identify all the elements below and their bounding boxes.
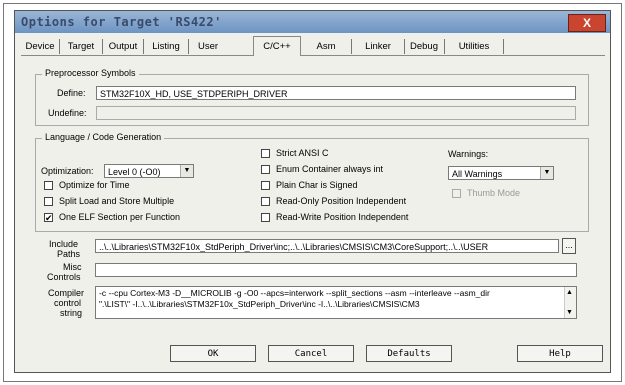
split-load-checkbox[interactable]: [44, 197, 53, 206]
tab-label: Target: [67, 41, 95, 52]
include-label-line1: Include: [49, 239, 79, 249]
warnings-select[interactable]: All Warnings ▼: [448, 166, 554, 180]
scroll-down-icon[interactable]: ▼: [566, 307, 573, 318]
define-field[interactable]: STM32F10X_HD, USE_STDPERIPH_DRIVER: [96, 86, 576, 100]
optimize-time-checkbox[interactable]: [44, 181, 53, 190]
help-button[interactable]: Help: [517, 345, 603, 362]
thumb-mode-label: Thumb Mode: [467, 188, 521, 198]
warnings-label: Warnings:: [448, 149, 489, 159]
warnings-value: All Warnings: [452, 169, 503, 179]
split-load-label: Split Load and Store Multiple: [59, 196, 175, 206]
options-dialog: Options for Target 'RS422' X Device Targ…: [14, 10, 611, 373]
window-title: Options for Target 'RS422': [21, 15, 222, 29]
tab-target[interactable]: Target: [60, 39, 103, 54]
close-button[interactable]: X: [568, 14, 606, 32]
optimization-value: Level 0 (-O0): [108, 167, 161, 177]
tab-c-cpp[interactable]: C/C++: [253, 36, 301, 56]
one-elf-label: One ELF Section per Function: [59, 212, 181, 222]
enum-container-label: Enum Container always int: [276, 164, 384, 174]
compiler-scrollbar[interactable]: ▲ ▼: [564, 287, 576, 318]
strict-ansi-checkbox[interactable]: [261, 149, 270, 158]
tab-device[interactable]: Device: [21, 39, 60, 54]
tab-strip: Device Target Output Listing User C/C++ …: [21, 36, 605, 56]
tab-label: Device: [25, 41, 55, 52]
cancel-button[interactable]: Cancel: [268, 345, 354, 362]
compiler-label-line2: control: [54, 298, 82, 308]
rw-position-label: Read-Write Position Independent: [276, 212, 409, 222]
strict-ansi-label: Strict ANSI C: [276, 148, 329, 158]
tab-user[interactable]: User: [189, 39, 227, 54]
language-group: Language / Code Generation Optimization:…: [35, 132, 589, 232]
compiler-string-line1: -c --cpu Cortex-M3 -D__MICROLIB -g -O0 -…: [99, 288, 490, 298]
checkmark-icon: ✔: [45, 213, 53, 223]
undefine-field[interactable]: [96, 106, 576, 120]
tab-label: Debug: [410, 41, 438, 52]
defaults-button[interactable]: Defaults: [366, 345, 452, 362]
language-group-label: Language / Code Generation: [42, 132, 165, 142]
tab-label: C/C++: [263, 41, 291, 52]
title-bar[interactable]: Options for Target 'RS422' X: [15, 11, 610, 33]
chevron-down-icon: ▼: [540, 167, 553, 179]
one-elf-checkbox[interactable]: ✔: [44, 213, 53, 223]
compiler-label-line3: string: [60, 308, 83, 318]
tab-utilities[interactable]: Utilities: [445, 39, 504, 54]
optimize-time-label: Optimize for Time: [59, 180, 130, 190]
tab-listing[interactable]: Listing: [144, 39, 189, 54]
chevron-down-icon: ▼: [180, 165, 193, 177]
preprocessor-group: Preprocessor Symbols Define: STM32F10X_H…: [35, 68, 589, 126]
compiler-string-line2: ".\LIST\" -I..\..\Libraries\STM32F10x_St…: [99, 299, 420, 309]
close-icon: X: [582, 16, 591, 30]
compiler-label-line1: Compiler: [48, 288, 85, 298]
ro-position-checkbox[interactable]: [261, 197, 270, 206]
tab-linker[interactable]: Linker: [351, 39, 405, 54]
enum-container-checkbox[interactable]: [261, 165, 270, 174]
tab-label: Linker: [365, 41, 391, 52]
compiler-control-string[interactable]: -c --cpu Cortex-M3 -D__MICROLIB -g -O0 -…: [95, 286, 577, 319]
misc-controls-field[interactable]: [95, 263, 577, 277]
preprocessor-group-label: Preprocessor Symbols: [42, 68, 139, 78]
tab-label: Output: [108, 41, 138, 52]
plain-char-label: Plain Char is Signed: [276, 180, 358, 190]
rw-position-checkbox[interactable]: [261, 213, 270, 222]
misc-label-line1: Misc: [63, 262, 82, 272]
undefine-label: Undefine:: [48, 108, 87, 118]
thumb-mode-checkbox[interactable]: [452, 189, 461, 198]
include-paths-field[interactable]: ..\..\Libraries\STM32F10x_StdPeriph_Driv…: [95, 239, 559, 253]
define-label: Define:: [57, 88, 86, 98]
tab-debug[interactable]: Debug: [404, 39, 445, 54]
browse-include-button[interactable]: ...: [562, 238, 576, 254]
tab-label: Asm: [316, 41, 336, 52]
tab-label: Listing: [152, 41, 180, 52]
tab-asm[interactable]: Asm: [311, 39, 341, 54]
ro-position-label: Read-Only Position Independent: [276, 196, 407, 206]
include-label-line2: Paths: [57, 249, 81, 259]
misc-label-line2: Controls: [47, 272, 81, 282]
optimization-select[interactable]: Level 0 (-O0) ▼: [104, 164, 194, 178]
plain-char-checkbox[interactable]: [261, 181, 270, 190]
ok-button[interactable]: OK: [170, 345, 256, 362]
tab-output[interactable]: Output: [103, 39, 144, 54]
scroll-up-icon[interactable]: ▲: [566, 287, 573, 298]
tab-label: User: [197, 41, 219, 52]
tab-label: Utilities: [458, 41, 490, 52]
optimization-label: Optimization:: [41, 166, 94, 176]
